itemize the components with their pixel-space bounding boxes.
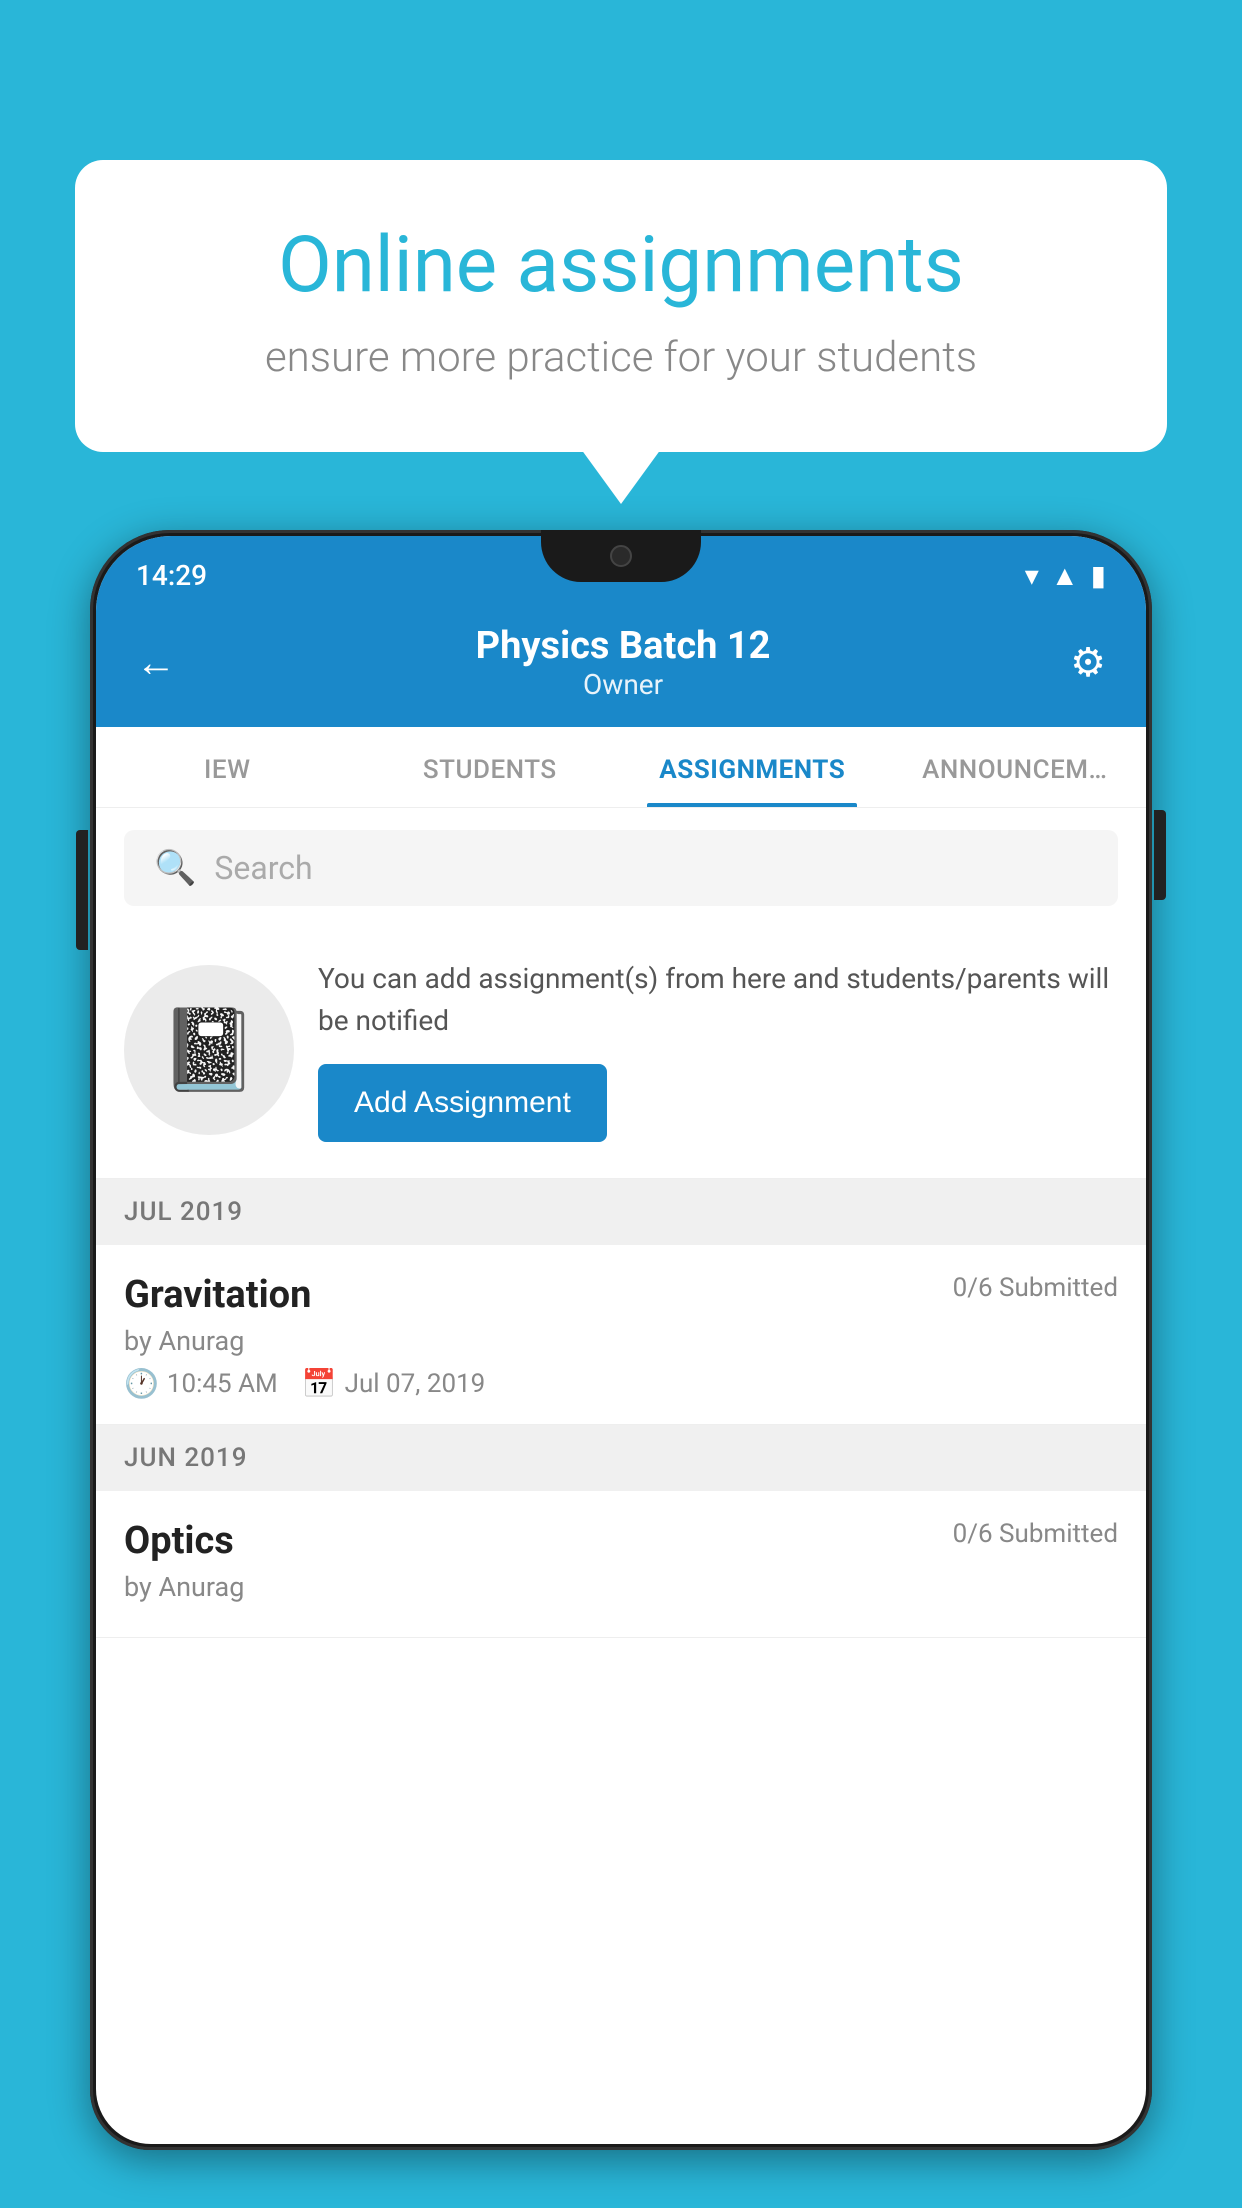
signal-icon: ▲ bbox=[1051, 559, 1079, 592]
assignment-name: Gravitation bbox=[124, 1273, 311, 1317]
search-container: 🔍 Search bbox=[96, 808, 1146, 928]
tab-bar: IEW STUDENTS ASSIGNMENTS ANNOUNCEM… bbox=[96, 727, 1146, 808]
notebook-icon: 📓 bbox=[159, 1003, 259, 1097]
wifi-icon: ▾ bbox=[1025, 559, 1039, 592]
assignment-meta: 🕐 10:45 AM 📅 Jul 07, 2019 bbox=[124, 1367, 1118, 1400]
app-header: ← Physics Batch 12 Owner ⚙ bbox=[96, 604, 1146, 727]
content-area: 🔍 Search 📓 You can add assignment(s) fro… bbox=[96, 808, 1146, 1638]
status-time: 14:29 bbox=[136, 559, 207, 592]
tab-students[interactable]: STUDENTS bbox=[359, 727, 622, 807]
search-icon: 🔍 bbox=[154, 848, 196, 888]
promo-icon-circle: 📓 bbox=[124, 965, 294, 1135]
clock-icon: 🕐 bbox=[124, 1367, 159, 1400]
promo-right: You can add assignment(s) from here and … bbox=[318, 958, 1118, 1142]
assignment-author: by Anurag bbox=[124, 1325, 1118, 1357]
bubble-title: Online assignments bbox=[145, 220, 1097, 311]
meta-date: 📅 Jul 07, 2019 bbox=[302, 1367, 486, 1400]
assignment-author-optics: by Anurag bbox=[124, 1571, 1118, 1603]
assignment-submitted: 0/6 Submitted bbox=[953, 1273, 1118, 1303]
assignment-date: Jul 07, 2019 bbox=[345, 1369, 486, 1399]
header-subtitle: Owner bbox=[476, 668, 771, 701]
promo-text: You can add assignment(s) from here and … bbox=[318, 958, 1118, 1042]
header-title: Physics Batch 12 bbox=[476, 624, 771, 668]
section-header-jul: JUL 2019 bbox=[96, 1179, 1146, 1245]
assignment-item-gravitation[interactable]: Gravitation 0/6 Submitted by Anurag 🕐 10… bbox=[96, 1245, 1146, 1425]
battery-icon: ▮ bbox=[1091, 559, 1106, 592]
tab-assignments[interactable]: ASSIGNMENTS bbox=[621, 727, 884, 807]
header-center: Physics Batch 12 Owner bbox=[476, 624, 771, 701]
calendar-icon: 📅 bbox=[302, 1367, 337, 1400]
status-icons: ▾ ▲ ▮ bbox=[1025, 559, 1106, 592]
assignment-item-optics[interactable]: Optics 0/6 Submitted by Anurag bbox=[96, 1491, 1146, 1638]
add-assignment-button[interactable]: Add Assignment bbox=[318, 1064, 607, 1142]
bubble-subtitle: ensure more practice for your students bbox=[145, 333, 1097, 382]
phone-wrapper: 14:29 ▾ ▲ ▮ ← Physics Batch 12 Owner ⚙ I… bbox=[90, 530, 1152, 2208]
speech-bubble: Online assignments ensure more practice … bbox=[75, 160, 1167, 452]
assignment-time: 10:45 AM bbox=[167, 1369, 278, 1399]
section-header-jun: JUN 2019 bbox=[96, 1425, 1146, 1491]
assignment-top-row-optics: Optics 0/6 Submitted bbox=[124, 1519, 1118, 1563]
back-button[interactable]: ← bbox=[136, 639, 176, 686]
search-bar[interactable]: 🔍 Search bbox=[124, 830, 1118, 906]
assignment-submitted-optics: 0/6 Submitted bbox=[953, 1519, 1118, 1549]
tab-iew[interactable]: IEW bbox=[96, 727, 359, 807]
tab-announcements[interactable]: ANNOUNCEM… bbox=[884, 727, 1147, 807]
meta-time: 🕐 10:45 AM bbox=[124, 1367, 278, 1400]
phone-notch bbox=[541, 530, 701, 582]
speech-bubble-container: Online assignments ensure more practice … bbox=[75, 160, 1167, 452]
settings-icon[interactable]: ⚙ bbox=[1070, 639, 1106, 686]
assignment-name-optics: Optics bbox=[124, 1519, 234, 1563]
assignment-top-row: Gravitation 0/6 Submitted bbox=[124, 1273, 1118, 1317]
search-placeholder: Search bbox=[214, 849, 312, 887]
phone-outer: 14:29 ▾ ▲ ▮ ← Physics Batch 12 Owner ⚙ I… bbox=[90, 530, 1152, 2150]
promo-section: 📓 You can add assignment(s) from here an… bbox=[96, 928, 1146, 1179]
phone-screen: 14:29 ▾ ▲ ▮ ← Physics Batch 12 Owner ⚙ I… bbox=[96, 536, 1146, 2144]
camera-dot bbox=[610, 545, 632, 567]
